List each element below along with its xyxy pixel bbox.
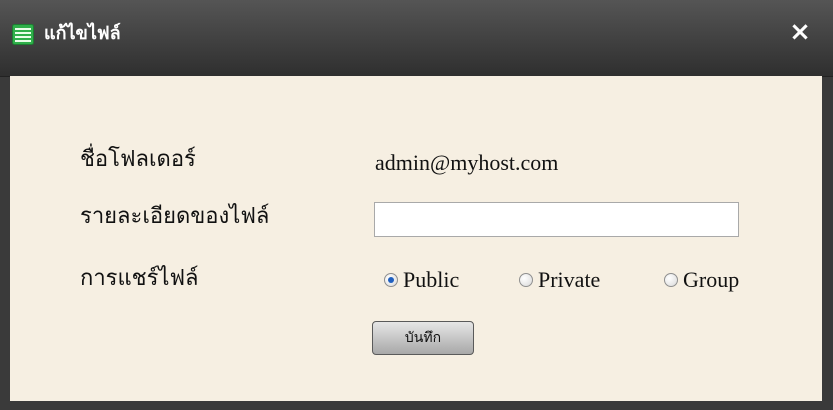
radio-option-public[interactable]: Public — [384, 266, 459, 294]
radio-option-private[interactable]: Private — [519, 266, 600, 294]
private-radio[interactable] — [519, 273, 533, 287]
save-button[interactable]: บันทึก — [372, 321, 474, 355]
document-list-icon — [12, 24, 34, 45]
close-icon[interactable]: × — [787, 19, 813, 45]
group-radio-label: Group — [683, 267, 740, 292]
private-radio-label: Private — [538, 267, 601, 292]
dialog-titlebar: แก้ไขไฟล์ × — [0, 0, 833, 77]
dialog-content: ชื่อโฟลเดอร์ admin@myhost.com รายละเอียด… — [10, 76, 822, 401]
file-description-input[interactable] — [374, 202, 739, 237]
dialog-title: แก้ไขไฟล์ — [44, 23, 121, 44]
public-radio-label: Public — [403, 267, 460, 292]
folder-name-value: admin@myhost.com — [375, 150, 559, 175]
edit-file-dialog: แก้ไขไฟล์ × ชื่อโฟลเดอร์ admin@myhost.co… — [0, 0, 833, 410]
file-description-label: รายละเอียดของไฟล์ — [80, 204, 270, 229]
radio-option-group[interactable]: Group — [664, 266, 739, 294]
folder-name-label: ชื่อโฟลเดอร์ — [80, 147, 196, 172]
group-radio[interactable] — [664, 273, 678, 287]
file-sharing-label: การแชร์ไฟล์ — [80, 266, 199, 291]
public-radio[interactable] — [384, 273, 398, 287]
